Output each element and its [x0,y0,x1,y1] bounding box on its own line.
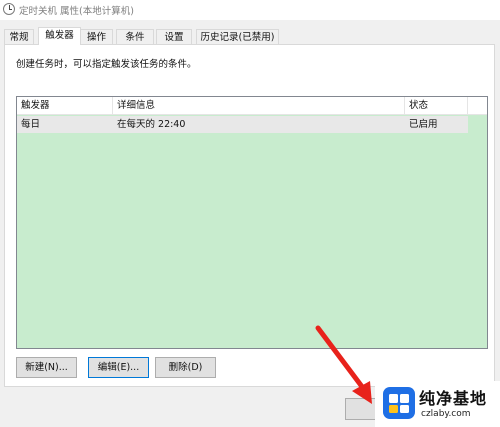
watermark: 纯净基地 czlaby.com [375,381,500,427]
column-header-status[interactable]: 状态 [405,97,468,114]
brand-logo-icon [383,387,415,419]
tab-triggers[interactable]: 触发器 [38,27,81,45]
table-row[interactable]: 每日 在每天的 22:40 已启用 [17,116,468,133]
window-title: 定时关机 属性(本地计算机) [19,6,134,17]
trigger-list[interactable]: 触发器 详细信息 状态 每日 在每天的 22:40 已启用 [16,96,488,349]
panel-description: 创建任务时，可以指定触发该任务的条件。 [16,59,197,70]
triggers-panel: 创建任务时，可以指定触发该任务的条件。 触发器 详细信息 状态 每日 在每天的 … [4,44,495,387]
edit-button[interactable]: 编辑(E)... [88,357,149,378]
delete-button[interactable]: 删除(D) [155,357,216,378]
tab-conditions[interactable]: 条件 [116,29,154,44]
column-header-trigger[interactable]: 触发器 [17,97,113,114]
row-status: 已启用 [409,119,438,130]
tab-general[interactable]: 常规 [4,29,34,44]
tab-actions[interactable]: 操作 [80,29,113,44]
tab-strip: 常规 触发器 操作 条件 设置 历史记录(已禁用) [0,27,500,45]
title-bar: 定时关机 属性(本地计算机) [0,0,500,20]
row-details: 在每天的 22:40 [117,119,186,130]
watermark-title: 纯净基地 [419,389,488,408]
new-button[interactable]: 新建(N)... [16,357,77,378]
list-header: 触发器 详细信息 状态 [17,97,487,115]
clock-icon [3,3,15,15]
tab-settings[interactable]: 设置 [156,29,192,44]
row-trigger: 每日 [21,119,41,130]
tab-history[interactable]: 历史记录(已禁用) [196,29,279,44]
column-header-details[interactable]: 详细信息 [113,97,405,114]
watermark-url: czlaby.com [421,409,471,419]
